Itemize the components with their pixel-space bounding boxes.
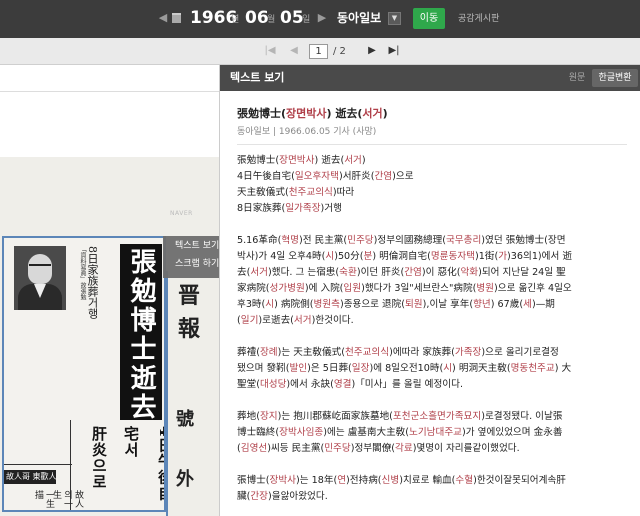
masthead-char: 外 — [176, 469, 194, 490]
panel-title: 텍스트 보기 — [230, 71, 285, 84]
portrait-photo — [14, 246, 66, 310]
watermark: NAVER — [170, 210, 193, 217]
article-body-line: 臟(간장)을앓아왔었다. — [237, 491, 328, 502]
pagination-bar: |◀ ◀ 1 / 2 ▶ ▶| — [0, 38, 640, 65]
article-body-line: 박사)가 4일 오후4時(시)50分(분) 明倫洞自宅(명륜동자택)1街(가)3… — [237, 251, 572, 262]
article-body-line: 博士臨終(장박사임종)에는 盧基南大主敎(노기남대주교)가 옆에있었으며 金永善 — [237, 427, 563, 438]
year-unit: 년 — [231, 15, 240, 25]
funeral-side-text: 8日家族葬거행 — [86, 246, 99, 319]
article-body: 張勉博士(장면박사) 逝去(서거) 4日午後自宅(일오후자택)서肝炎(간염)으로 天… — [237, 153, 629, 505]
banner-text: 故人哥 東歡人 — [6, 472, 57, 481]
article-body-line: 葬地(장지)는 抱川郡蘇屹面家族墓地(포천군소흘면가족묘지)로결정됐다. 이날張 — [237, 411, 563, 422]
article-body-line: (김영선)씨등 民主黨(민주당)정부閣僚(각료)몇명이 자리를같이했었다. — [237, 443, 520, 454]
divider-line — [4, 464, 72, 465]
article-body-line: 張勉博士(장면박사) 逝去(서거) — [237, 155, 366, 166]
article-body-line: 聖堂(대성당)에서 永訣(영결)「미사」를 올릴 예정이다. — [237, 379, 463, 390]
context-menu: 텍스트 보기 스크랩 하기 — [163, 236, 219, 278]
article-meta: 동아일보 | 1966.06.05 기사 (사망) — [237, 127, 377, 137]
article-body-line: 됐으며 發靷(발인)은 5日葬(일장)에 8일오전10時(시) 明洞天主敎(명동… — [237, 363, 572, 374]
article-subhead-2: 肝炎으로 — [90, 426, 108, 490]
calendar-icon[interactable] — [172, 13, 181, 23]
next-page-icon[interactable]: ▶ — [365, 44, 379, 58]
article-body-line: 葬禮(장례)는 天主敎儀式(천주교의식)에따라 家族葬(가족장)으로 올리기로결… — [237, 347, 559, 358]
article-body-line: 家病院(성가병원)에 入院(입원)했다가 3일"세브란스"病院(병원)으로 옮긴… — [237, 283, 572, 294]
korean-convert-toggle[interactable]: 한글변환 — [592, 69, 638, 87]
article-subhead-1: 4日午後自宅서 — [122, 426, 166, 502]
public-board-link[interactable]: 공감게시판 — [458, 13, 499, 25]
column-text: 故人의一生 — [51, 490, 83, 508]
prev-page-icon[interactable]: ◀ — [287, 44, 301, 58]
first-page-icon[interactable]: |◀ — [263, 44, 277, 58]
masthead-char: 報 — [178, 316, 201, 342]
panel-header: 텍스트 보기 원문 한글변환 — [220, 65, 640, 91]
article-body-line: (일기)로逝去(서거)한것이다. — [237, 315, 354, 326]
column-text: 一生描 — [33, 490, 54, 508]
current-page-input[interactable]: 1 — [309, 44, 328, 59]
article-body-line: 8日家族葬(일가족장)거행 — [237, 203, 342, 214]
newspaper-viewer[interactable]: NAVER 「資料寫眞」故張勉 8日家族葬거행 張勉博士逝去 4日午後自宅서 肝… — [0, 65, 219, 516]
last-page-icon[interactable]: ▶| — [387, 44, 401, 58]
text-view-panel: 텍스트 보기 원문 한글변환 張勉博士(장면박사) 逝去(서거) 동아일보 | … — [219, 65, 640, 516]
prev-date-arrow-icon[interactable]: ◀ — [158, 11, 168, 25]
article-body-line: 후3時(시) 病院側(병원측)종용으로 退院(퇴원),이날 享年(향년) 67歲… — [237, 299, 555, 310]
date-navigation-bar: ◀ 1966 년 06 월 05 일 ▶ 동아일보 ▼ 이동 공감게시판 — [0, 0, 640, 38]
article-body-line: 張博士(장박사)는 18年(연)전持病(신병)치료로 輸血(수혈)한것이잘못되어… — [237, 475, 566, 486]
masthead-char: 晋 — [178, 283, 201, 309]
text-view-menu-item[interactable]: 텍스트 보기 — [175, 240, 219, 252]
original-text-toggle[interactable]: 원문 — [562, 69, 592, 87]
day-unit: 일 — [302, 15, 311, 25]
article-body-line: 5.16革命(혁명)전 民主黨(민주당)정부의國務總理(국무총리)였던 張勉博士… — [237, 235, 566, 246]
month-value[interactable]: 06 — [245, 8, 269, 28]
viewer-header — [0, 65, 219, 92]
newspaper-select[interactable]: 동아일보 — [337, 11, 381, 25]
day-value[interactable]: 05 — [280, 8, 304, 28]
total-pages: / 2 — [333, 46, 346, 57]
move-button[interactable]: 이동 — [413, 8, 445, 29]
article-body-line: 4日午後自宅(일오후자택)서肝炎(간염)으로 — [237, 171, 414, 182]
photo-caption: 「資料寫眞」故張勉 — [79, 246, 86, 300]
chevron-down-icon[interactable]: ▼ — [388, 12, 401, 25]
month-unit: 월 — [267, 15, 276, 25]
article-body-line: 去(서거)했다. 그 는宿患(숙환)이던 肝炎(간염)이 惡化(악화)되어 지난… — [237, 267, 566, 278]
article-title: 張勉博士(장면박사) 逝去(서거) — [237, 107, 388, 120]
article-body-line: 天主敎儀式(천주교의식)따라 — [237, 187, 355, 198]
selected-article-region[interactable]: 「資料寫眞」故張勉 8日家族葬거행 張勉博士逝去 4日午後自宅서 肝炎으로 故人… — [2, 236, 166, 512]
divider — [237, 144, 627, 145]
scrap-menu-item[interactable]: 스크랩 하기 — [175, 258, 219, 270]
next-date-arrow-icon[interactable]: ▶ — [317, 11, 327, 25]
masthead-char: 號 — [176, 409, 194, 430]
article-headline: 張勉博士逝去 — [126, 248, 156, 422]
